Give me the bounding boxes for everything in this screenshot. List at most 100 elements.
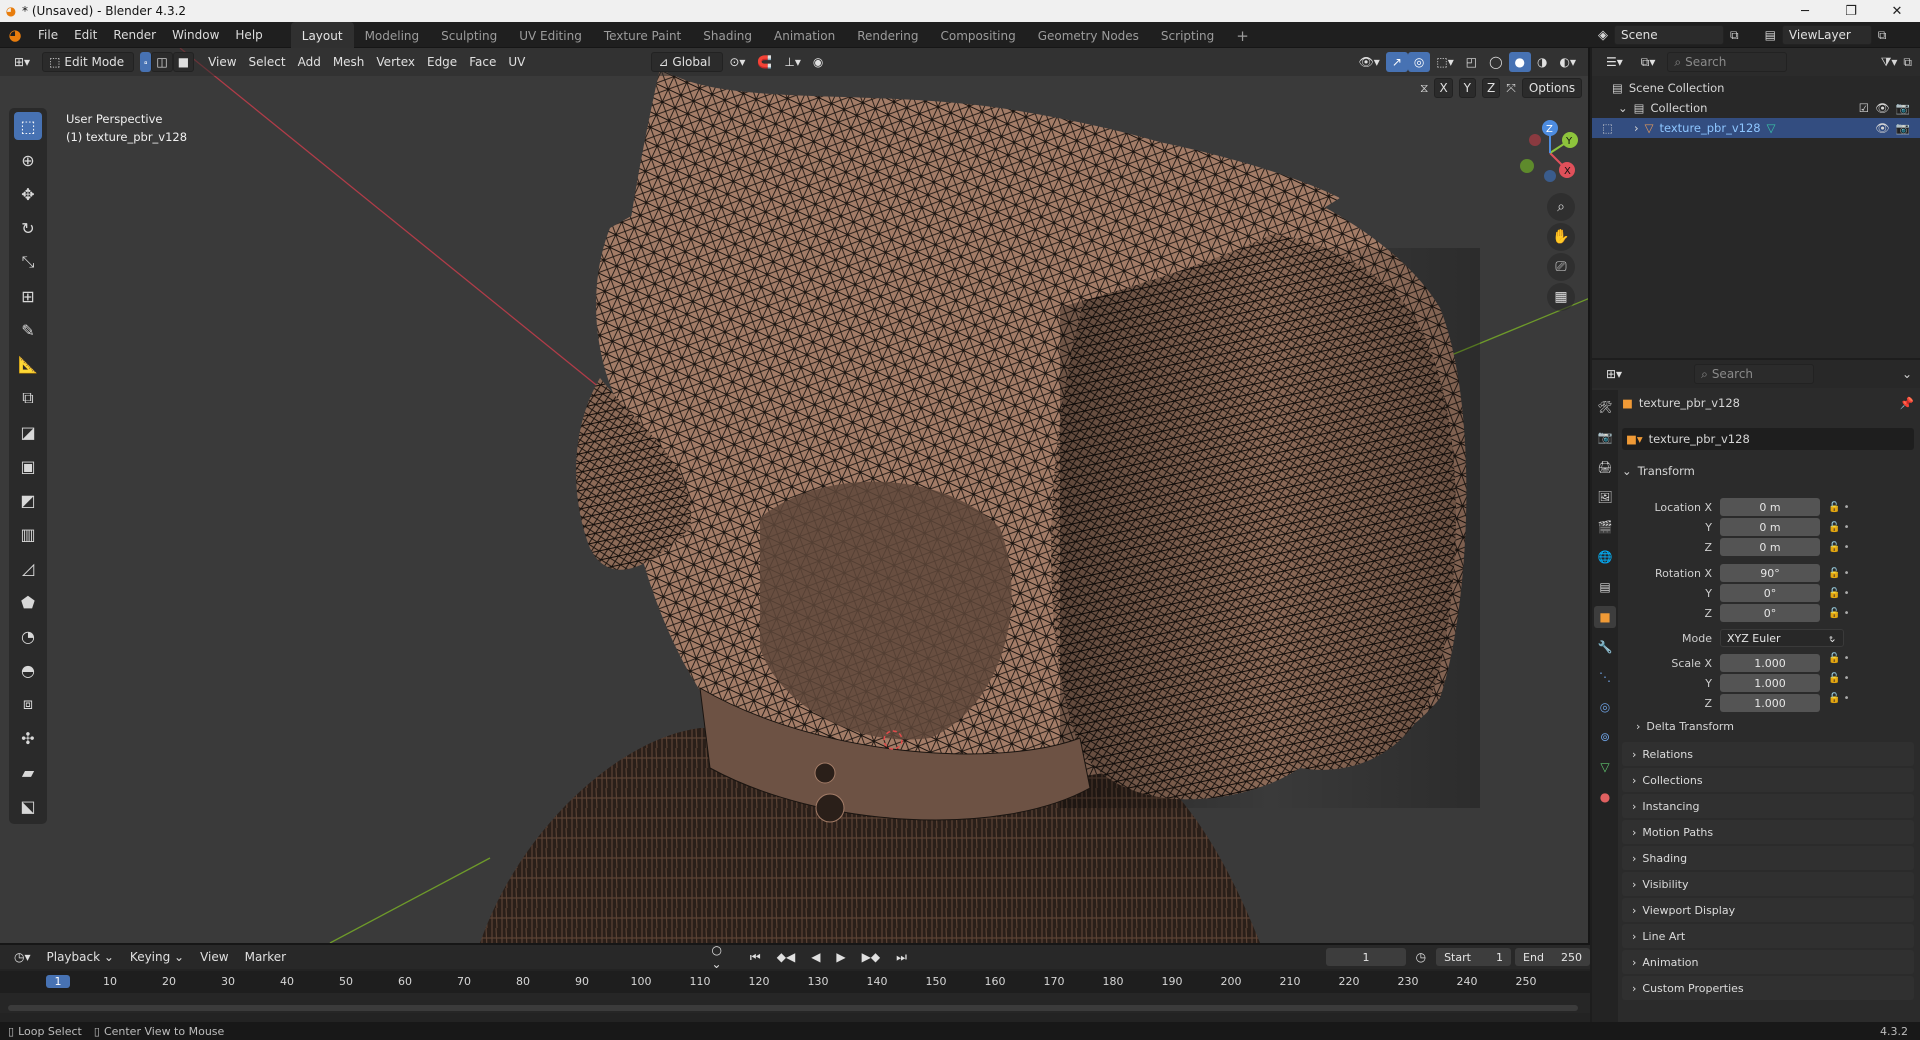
menu-edge[interactable]: Edge [421,52,463,72]
rotation-mode-dropdown[interactable]: XYZ Euler ⌄ [1720,629,1844,647]
overlay-toggle-icon[interactable]: ◎ [1407,52,1431,72]
expand-chevron-icon[interactable]: › [1634,121,1639,135]
outliner-search-input[interactable]: ⌕ Search [1667,52,1788,72]
tab-rendering[interactable]: Rendering [846,22,929,48]
menu-marker[interactable]: Marker [239,947,292,967]
mesh-edit-overlay-icon[interactable]: ⬚▾ [1430,52,1459,72]
play-icon[interactable]: ▶ [830,947,851,967]
checkbox-icon[interactable]: ☑ [1859,101,1869,115]
scene-tab-icon[interactable]: 🎬 [1594,516,1616,538]
camera-icon[interactable]: 📷 [1896,101,1910,115]
transform-tool-icon[interactable]: ⊞ [14,282,42,310]
menu-vertex[interactable]: Vertex [370,52,421,72]
menu-edit[interactable]: Edit [66,22,105,48]
measure-tool-icon[interactable]: 📐 [14,350,42,378]
tab-texture-paint[interactable]: Texture Paint [593,22,692,48]
editor-type-icon[interactable]: ⊞▾ [8,52,36,72]
material-shading-icon[interactable]: ◑ [1531,52,1553,72]
new-viewlayer-icon[interactable]: ⧉ [1878,28,1887,43]
move-tool-icon[interactable]: ✥ [14,180,42,208]
panel-animation[interactable]: › Animation [1622,950,1914,974]
new-collection-icon[interactable]: ⧉ [1903,55,1912,70]
close-button[interactable]: ✕ [1874,0,1920,22]
options-dropdown[interactable]: Options [1521,78,1583,98]
3d-viewport[interactable]: User Perspective (1) texture_pbr_v128 X … [0,48,1590,943]
scale-z-field[interactable]: 1.000 [1720,694,1820,712]
pivot-icon[interactable]: ⊙▾ [723,52,751,72]
loop-cut-tool-icon[interactable]: ▥ [14,520,42,548]
tab-shading[interactable]: Shading [692,22,763,48]
timeline-editor-icon[interactable]: ◷▾ [8,947,37,967]
lock-icon[interactable]: 🔓 • [1828,669,1868,689]
menu-help[interactable]: Help [227,22,270,48]
current-frame-field[interactable]: 1 [1326,948,1406,966]
rotate-tool-icon[interactable]: ↻ [14,214,42,242]
mirror-icon[interactable]: ⧖ [1420,81,1428,96]
viewlayer-selector[interactable]: ViewLayer [1781,25,1872,45]
tree-object-row[interactable]: ⬚ › ▽ texture_pbr_v128 ▽ 👁 📷 [1592,118,1920,138]
panel-shading[interactable]: › Shading [1622,846,1914,870]
annotate-tool-icon[interactable]: ✎ [14,316,42,344]
menu-keying[interactable]: Keying ⌄ [124,947,190,967]
outliner-editor-icon[interactable]: ☰▾ [1600,52,1629,72]
transform-panel-header[interactable]: ⌄ Transform [1622,460,1914,482]
tree-scene-collection[interactable]: ▤ Scene Collection [1592,78,1920,98]
location-y-field[interactable]: 0 m [1720,518,1820,536]
menu-playback[interactable]: Playback ⌄ [41,947,120,967]
shear-tool-icon[interactable]: ▰ [14,758,42,786]
tab-modeling[interactable]: Modeling [354,22,431,48]
pin-icon[interactable]: 📌 [1900,396,1914,410]
properties-search-input[interactable]: ⌕ Search [1694,364,1815,384]
gizmo-toggle-icon[interactable]: ↗ [1385,52,1408,72]
restore-button[interactable]: ❐ [1828,0,1874,22]
menu-select[interactable]: Select [243,52,292,72]
snap-icon[interactable]: 🧲 [751,52,778,72]
lock-icon[interactable]: 🔓 • [1828,498,1868,518]
material-tab-icon[interactable]: ● [1594,786,1616,808]
mode-selector[interactable]: ⬚ Edit Mode [42,52,135,72]
tab-scripting[interactable]: Scripting [1150,22,1225,48]
menu-mesh[interactable]: Mesh [327,52,371,72]
rotation-z-field[interactable]: 0° [1720,604,1820,622]
jump-keyframe-back-icon[interactable]: ◆◀ [771,947,801,967]
location-z-field[interactable]: 0 m [1720,538,1820,556]
lock-icon[interactable]: 🔓 • [1828,518,1868,538]
lock-icon[interactable]: 🔓 • [1828,584,1868,604]
camera-icon[interactable]: 📷 [1896,121,1910,135]
scale-tool-icon[interactable]: ⤡ [14,248,42,276]
view-layer-tab-icon[interactable]: 🖼 [1594,486,1616,508]
auto-merge-icon[interactable]: ⤧ [1506,81,1516,96]
start-frame-field[interactable]: Start 1 [1436,948,1512,966]
mirror-z-toggle[interactable]: Z [1482,78,1501,98]
zoom-icon[interactable]: ⌕ [1547,193,1575,221]
lock-icon[interactable]: 🔓 • [1828,564,1868,584]
mirror-x-toggle[interactable]: X [1434,78,1453,98]
add-workspace-button[interactable]: + [1225,22,1260,48]
pan-hand-icon[interactable]: ✋ [1547,223,1575,251]
menu-render[interactable]: Render [105,22,164,48]
edge-slide-tool-icon[interactable]: ⧈ [14,690,42,718]
visibility-icon[interactable]: 👁▾ [1353,52,1386,72]
lock-icon[interactable]: 🔓 • [1828,604,1868,624]
lock-icon[interactable]: 🔓 • [1828,538,1868,558]
menu-file[interactable]: File [30,22,66,48]
panel-visibility[interactable]: › Visibility [1622,872,1914,896]
smooth-tool-icon[interactable]: ◓ [14,656,42,684]
eye-icon[interactable]: 👁 [1875,121,1890,135]
jump-end-icon[interactable]: ⏭ [890,947,913,967]
menu-add[interactable]: Add [292,52,327,72]
poly-build-tool-icon[interactable]: ⬟ [14,588,42,616]
preview-range-icon[interactable]: ◷ [1410,947,1432,967]
object-type-icon[interactable]: ■▾ [1626,432,1643,446]
output-tab-icon[interactable]: 🖨 [1594,456,1616,478]
panel-motion-paths[interactable]: › Motion Paths [1622,820,1914,844]
menu-timeline-view[interactable]: View [194,947,234,967]
filter-icon[interactable]: ⧩▾ [1881,55,1898,70]
tree-collection[interactable]: ⌄ ▤ Collection ☑ 👁 📷 [1592,98,1920,118]
edge-select-icon[interactable]: ◫ [151,52,173,72]
bevel-tool-icon[interactable]: ◩ [14,486,42,514]
auto-keying-icon[interactable]: ○ ⌄ [705,943,739,971]
vertex-select-icon[interactable]: ⬞ [140,52,152,72]
add-cube-tool-icon[interactable]: ⧉ [14,384,42,412]
face-select-icon[interactable]: ■ [172,52,195,72]
